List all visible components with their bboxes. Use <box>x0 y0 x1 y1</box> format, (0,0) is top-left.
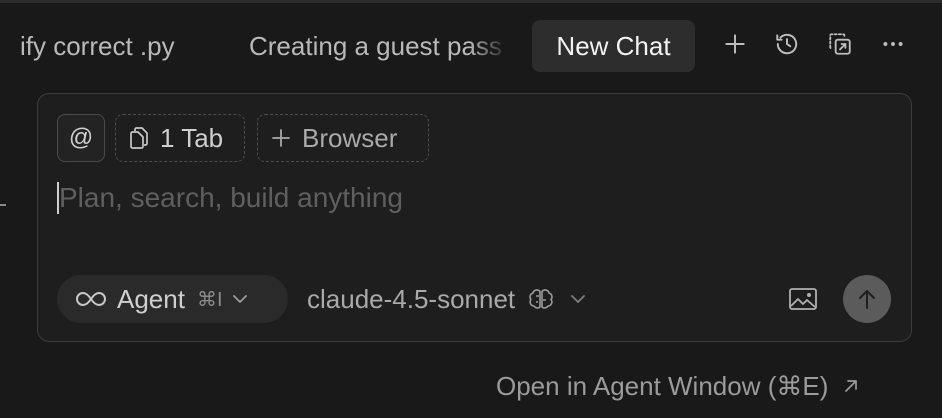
tab-label: Creating a guest pass <box>249 31 502 61</box>
mode-shortcut: ⌘I <box>196 288 223 311</box>
tab-chat-2[interactable]: Creating a guest pass <box>249 20 509 72</box>
files-icon <box>130 127 148 149</box>
brain-icon <box>529 289 553 309</box>
more-icon[interactable] <box>879 30 907 58</box>
tab-fade <box>172 20 212 72</box>
at-icon: @ <box>68 124 94 151</box>
model-label: claude-4.5-sonnet <box>307 283 516 314</box>
plus-icon <box>272 129 290 147</box>
chat-composer: @ 1 Tab Browser Plan, search, build anyt… <box>37 93 912 342</box>
open-agent-label: Open in Agent Window (⌘E) <box>496 370 829 401</box>
infinity-icon <box>76 291 106 307</box>
chat-input-placeholder: Plan, search, build anything <box>59 182 403 213</box>
history-icon[interactable] <box>773 30 801 58</box>
attach-image-button[interactable] <box>787 283 819 315</box>
arrow-up-icon <box>859 290 875 309</box>
add-browser-label: Browser <box>302 122 398 153</box>
add-browser-chip[interactable]: Browser <box>257 114 429 162</box>
top-divider <box>0 0 942 3</box>
tab-label: New Chat <box>556 31 671 61</box>
left-edge-marker <box>0 204 6 206</box>
duplicate-window-icon[interactable] <box>826 30 854 58</box>
chat-tab-bar: ify correct .py Creating a guest pass Ne… <box>0 16 942 76</box>
mention-button[interactable]: @ <box>57 114 105 162</box>
image-icon <box>789 288 817 310</box>
context-tab-chip[interactable]: 1 Tab <box>115 114 245 162</box>
tab-chat-1[interactable]: ify correct .py <box>20 20 212 72</box>
context-tab-label: 1 Tab <box>160 122 224 153</box>
mode-label: Agent <box>117 283 185 314</box>
mode-selector[interactable]: Agent ⌘I <box>57 275 288 323</box>
tab-fade <box>469 20 509 72</box>
chat-panel: ify correct .py Creating a guest pass Ne… <box>0 0 942 418</box>
new-chat-plus-icon[interactable] <box>721 30 749 58</box>
model-selector[interactable]: claude-4.5-sonnet <box>307 275 587 323</box>
send-button[interactable] <box>843 275 891 323</box>
tab-new-chat[interactable]: New Chat <box>532 20 695 72</box>
tab-label: ify correct .py <box>20 31 175 61</box>
arrow-up-right-icon <box>845 380 858 392</box>
open-in-agent-window-link[interactable]: Open in Agent Window (⌘E) <box>496 366 860 406</box>
chevron-down-icon <box>571 295 586 303</box>
chevron-down-icon <box>232 295 247 303</box>
chat-input[interactable]: Plan, search, build anything <box>57 176 877 220</box>
